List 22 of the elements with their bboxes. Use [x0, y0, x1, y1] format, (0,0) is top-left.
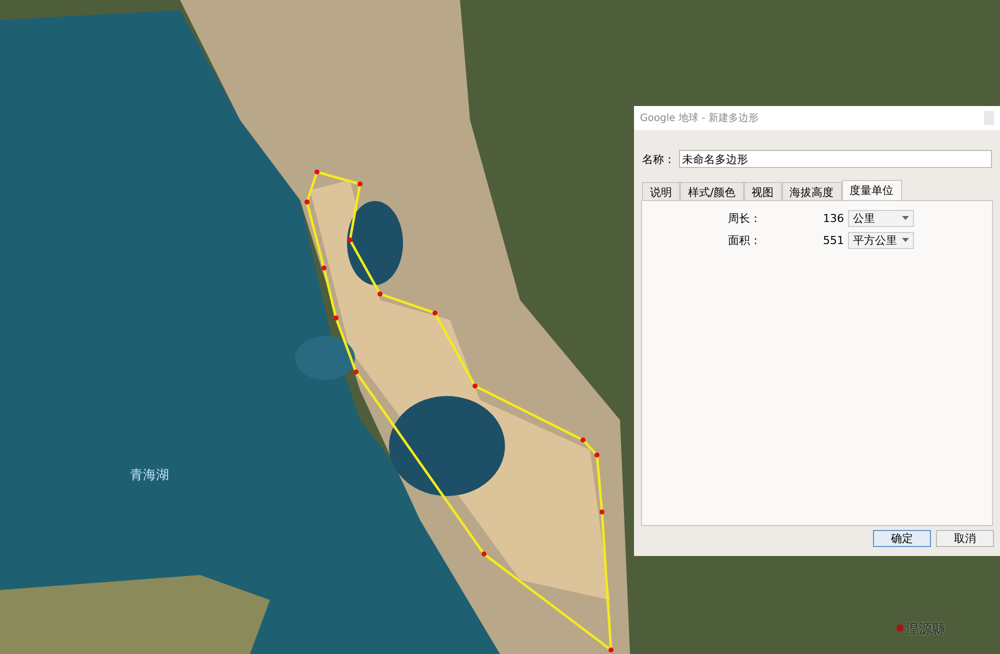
lake-label: 青海湖 — [130, 467, 169, 484]
name-label: 名称： — [642, 152, 675, 166]
unit-dropdown[interactable]: 平方公里 — [848, 232, 914, 248]
tab[interactable]: 海拔高度 — [782, 182, 842, 200]
name-field[interactable]: 未命名多边形 — [679, 150, 992, 168]
measure-value: 551 — [822, 234, 844, 246]
tab[interactable]: 度量单位 — [842, 180, 902, 200]
measure-value: 136 — [822, 212, 844, 224]
location-pin-icon — [896, 624, 904, 632]
measure-label: 面积： — [728, 232, 762, 248]
tab[interactable]: 样式/颜色 — [680, 182, 744, 200]
measure-label: 周长： — [728, 210, 762, 226]
window-title: Google 地球 - 新建多边形 — [640, 112, 758, 125]
caret-icon — [902, 216, 909, 220]
tab[interactable]: 视图 — [744, 182, 782, 200]
dialog-button[interactable]: 确定 — [873, 530, 931, 547]
polygon-outline[interactable] — [304, 170, 614, 653]
tab[interactable]: 说明 — [642, 182, 680, 200]
caret-icon — [902, 238, 909, 242]
unit-dropdown[interactable]: 公里 — [848, 210, 914, 226]
town-label: 湟源縣 — [906, 621, 945, 638]
dialog-button[interactable]: 取消 — [936, 530, 994, 547]
